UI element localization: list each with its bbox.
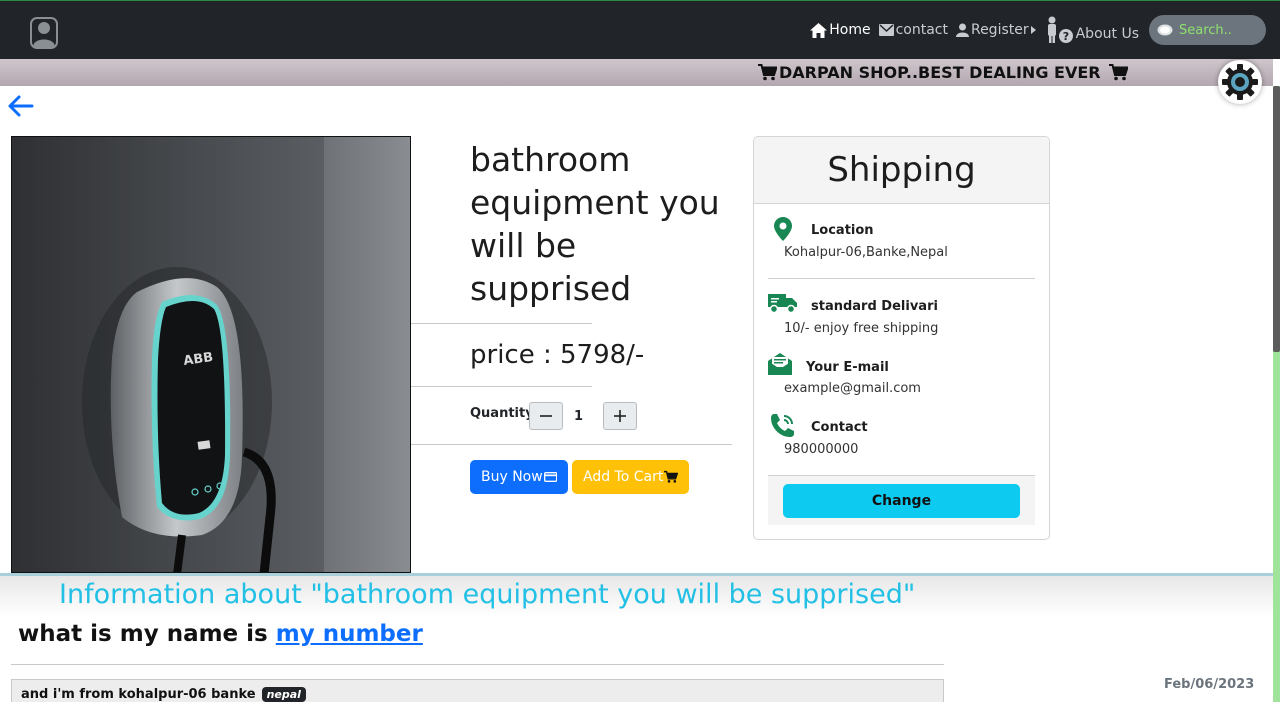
nav-home[interactable]: Home (810, 22, 871, 38)
nav-contact-label: contact (895, 22, 948, 38)
shipping-card: Shipping Location Kohalpur-06,Banke,Nepa… (753, 136, 1050, 540)
add-to-cart-button[interactable]: Add To Cart (572, 460, 689, 494)
product-price: price : 5798/- (470, 340, 645, 370)
contact-value: 980000000 (784, 442, 859, 457)
buy-now-button[interactable]: Buy Now (470, 460, 568, 494)
info-description-box: and i'm from kohalpur-06 banke nepal (11, 679, 944, 702)
email-value: example@gmail.com (784, 381, 921, 396)
divider (768, 278, 1035, 279)
location-value: Kohalpur-06,Banke,Nepal (784, 245, 948, 260)
info-description: and i'm from kohalpur-06 banke nepal (21, 687, 306, 702)
banner-text: DARPAN SHOP..BEST DEALING EVER (779, 63, 1101, 82)
buy-now-label: Buy Now (481, 469, 543, 485)
ev-charger-illustration: ABB (12, 137, 410, 572)
product-title: bathroom equipment you will be supprised (470, 140, 720, 308)
my-number-link[interactable]: my number (276, 621, 423, 647)
divider (411, 323, 592, 324)
email-open-icon (768, 353, 792, 375)
shipping-title: Shipping (754, 137, 1049, 204)
nav-links: Home contact Register ? About Us (810, 15, 1266, 45)
back-arrow-icon[interactable] (6, 94, 34, 118)
shipping-footer: Change (768, 475, 1035, 525)
info-title: Information about "bathroom equipment yo… (59, 579, 916, 610)
person-icon (955, 23, 969, 37)
minus-icon (540, 415, 552, 417)
quantity-value[interactable]: 1 (574, 409, 583, 424)
svg-text:?: ? (1062, 30, 1068, 43)
user-avatar-icon[interactable] (30, 17, 58, 49)
info-subtitle-text: what is my name is (18, 621, 276, 647)
search-icon (1157, 24, 1173, 36)
contact-label: Contact (811, 420, 868, 435)
quantity-increase-button[interactable] (603, 402, 637, 430)
envelope-icon (878, 24, 894, 36)
quantity-label: Quantity (470, 406, 534, 421)
nav-contact[interactable]: contact (878, 22, 948, 38)
post-date: Feb/06/2023 (1164, 677, 1255, 692)
add-to-cart-label: Add To Cart (583, 469, 664, 485)
cart-icon (758, 64, 777, 81)
cart-icon (1108, 64, 1128, 81)
divider (411, 444, 732, 445)
phone-vibrate-icon (771, 414, 794, 437)
delivery-label: standard Delivari (811, 299, 938, 314)
location-badge: nepal (261, 687, 306, 702)
cart-icon (664, 470, 678, 483)
scrollbar-thumb[interactable] (1273, 86, 1280, 352)
credit-card-icon (543, 472, 557, 482)
promo-banner: DARPAN SHOP..BEST DEALING EVER (0, 59, 1273, 86)
person-question-icon: ? (1047, 16, 1073, 43)
settings-button[interactable] (1218, 60, 1262, 104)
caret-right-icon (1030, 26, 1036, 34)
location-label: Location (811, 223, 874, 238)
nav-home-label: Home (829, 22, 871, 38)
search-input[interactable] (1179, 22, 1259, 38)
divider (411, 386, 592, 387)
divider (11, 664, 944, 665)
gear-icon (1222, 64, 1258, 100)
nav-about[interactable]: ? About Us (1044, 16, 1139, 44)
product-image: ABB (11, 136, 411, 573)
location-pin-icon (774, 217, 792, 241)
nav-about-label: About Us (1075, 25, 1139, 42)
plus-icon (614, 410, 626, 422)
banner-text-row: DARPAN SHOP..BEST DEALING EVER (758, 63, 1128, 82)
change-button[interactable]: Change (783, 484, 1020, 518)
info-subtitle: what is my name is my number (18, 621, 423, 647)
nav-register[interactable]: Register (955, 22, 1036, 38)
delivery-value: 10/- enjoy free shipping (784, 321, 939, 336)
email-label: Your E-mail (806, 360, 889, 375)
info-description-text: and i'm from kohalpur-06 banke (21, 687, 256, 702)
search-box[interactable] (1149, 15, 1266, 45)
nav-register-label: Register (970, 22, 1029, 38)
truck-icon (768, 294, 797, 314)
home-icon (810, 22, 828, 38)
quantity-decrease-button[interactable] (529, 402, 563, 430)
navbar: Home contact Register ? About Us (0, 0, 1280, 59)
